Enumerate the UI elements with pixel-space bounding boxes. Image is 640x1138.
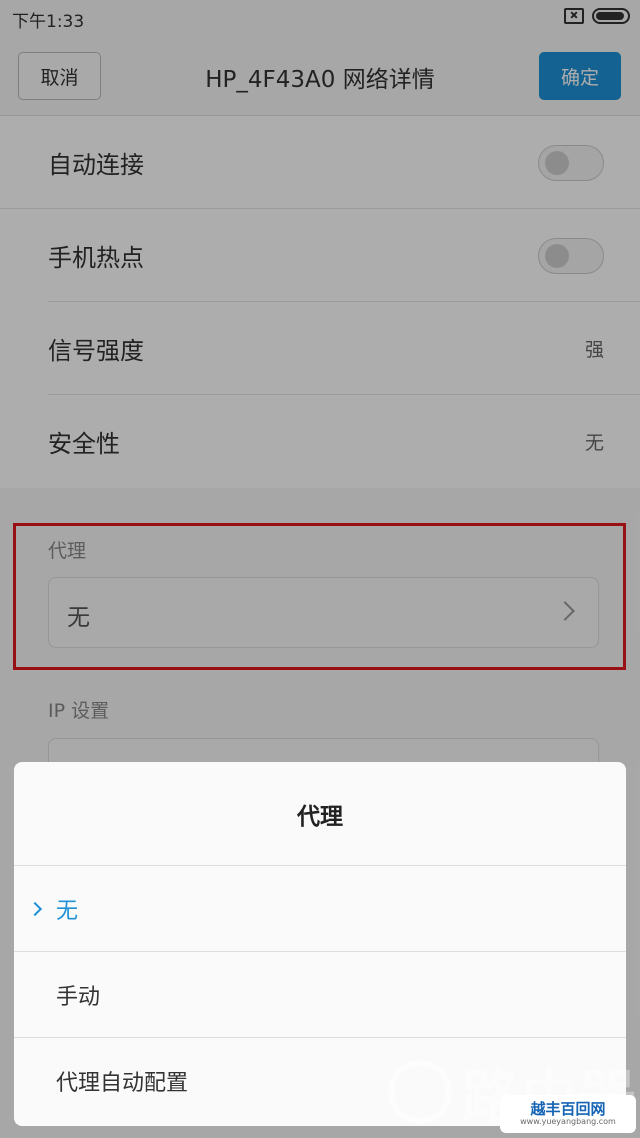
option-manual-label: 手动 xyxy=(56,984,101,1010)
watermark-badge-title: 越丰百回网 xyxy=(530,1100,606,1119)
dialog-title: 代理 xyxy=(14,762,626,866)
option-none[interactable]: 无 xyxy=(14,866,626,952)
watermark-logo-icon xyxy=(388,1060,452,1124)
option-manual[interactable]: 手动 xyxy=(14,952,626,1038)
selected-chevron-icon xyxy=(27,901,43,917)
option-auto-config-label: 代理自动配置 xyxy=(56,1071,189,1096)
option-none-label: 无 xyxy=(56,898,79,924)
watermark-badge: 越丰百回网 www.yueyangbang.com xyxy=(500,1095,636,1133)
watermark-badge-url: www.yueyangbang.com xyxy=(520,1116,616,1126)
